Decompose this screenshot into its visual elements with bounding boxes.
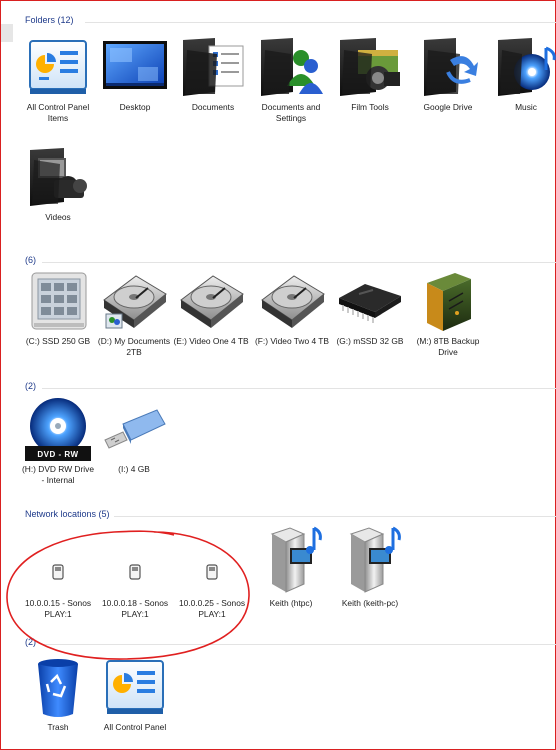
group-divider — [42, 262, 556, 263]
folder-music[interactable]: Music — [488, 34, 556, 113]
item-label: (C:) SSD 250 GB — [25, 336, 91, 346]
hdd-icon — [96, 268, 172, 334]
speaker-device-icon — [20, 548, 96, 596]
documents-folder-icon — [175, 34, 251, 100]
item-label: Keith (keith-pc) — [341, 598, 399, 608]
item-label: (I:) 4 GB — [118, 464, 150, 474]
item-label: Documents and Settings — [261, 102, 321, 123]
recycle-bin-icon — [20, 654, 96, 720]
usb-drive-icon — [96, 396, 172, 462]
drive-m[interactable]: (M:) 8TB Backup Drive — [410, 268, 486, 357]
group-divider — [114, 516, 556, 517]
speaker-device-icon — [97, 548, 173, 596]
group-header-network[interactable]: Network locations (5) — [25, 509, 110, 523]
group-header-other[interactable]: (2) — [25, 637, 36, 651]
item-label: (M:) 8TB Backup Drive — [416, 336, 480, 357]
group-divider — [85, 22, 556, 23]
item-label: Documents — [191, 102, 235, 112]
media-server-icon — [253, 522, 329, 596]
music-folder-icon — [488, 34, 556, 100]
folder-google-drive[interactable]: Google Drive — [410, 34, 486, 113]
trash[interactable]: Trash — [20, 654, 96, 733]
item-label: 10.0.0.18 - Sonos PLAY:1 — [101, 598, 169, 619]
drive-h-dvd[interactable]: DVD - RW (H:) DVD RW Drive - Internal — [20, 396, 96, 485]
item-label: (F:) Video Two 4 TB — [254, 336, 329, 346]
drive-i-usb[interactable]: (I:) 4 GB — [96, 396, 172, 475]
folder-desktop[interactable]: Desktop — [97, 34, 173, 113]
hdd-icon — [254, 268, 330, 334]
folder-film-tools[interactable]: Film Tools — [332, 34, 408, 113]
group-header-removable[interactable]: (2) — [25, 381, 36, 395]
item-label: Keith (htpc) — [269, 598, 313, 608]
item-label: Google Drive — [423, 102, 473, 112]
sync-folder-icon — [410, 34, 486, 100]
item-label: All Control Panel — [103, 722, 167, 732]
dvd-badge: DVD - RW — [37, 450, 79, 459]
drive-e[interactable]: (E:) Video One 4 TB — [173, 268, 249, 347]
scrollbar-thumb[interactable] — [1, 24, 13, 42]
desktop-icon — [97, 34, 173, 100]
drive-g[interactable]: (G:) mSSD 32 GB — [332, 268, 408, 347]
group-header-folders[interactable]: Folders (12) — [25, 15, 74, 29]
media-server-icon — [332, 522, 408, 596]
control-panel-icon — [97, 654, 173, 720]
film-folder-icon — [332, 34, 408, 100]
users-folder-icon — [253, 34, 329, 100]
all-control-panel[interactable]: All Control Panel — [97, 654, 173, 733]
item-label: Desktop — [119, 102, 151, 112]
external-drive-icon — [410, 268, 486, 334]
item-label: 10.0.0.15 - Sonos PLAY:1 — [24, 598, 92, 619]
item-label: Film Tools — [351, 102, 389, 112]
item-label: Music — [515, 102, 537, 112]
item-label: (D:) My Documents 2TB — [97, 336, 171, 357]
group-header-drives[interactable]: (6) — [25, 255, 36, 269]
folder-videos[interactable]: Videos — [20, 144, 96, 223]
item-label: (E:) Video One 4 TB — [173, 336, 249, 346]
network-keith-htpc[interactable]: Keith (htpc) — [253, 522, 329, 609]
item-label: Videos — [45, 212, 71, 222]
group-divider — [42, 644, 556, 645]
item-label: (H:) DVD RW Drive - Internal — [22, 464, 94, 485]
folder-all-control-panel-items[interactable]: All Control Panel Items — [20, 34, 96, 123]
network-sonos-18[interactable]: 10.0.0.18 - Sonos PLAY:1 — [97, 548, 173, 619]
drive-f[interactable]: (F:) Video Two 4 TB — [254, 268, 330, 347]
folder-documents-and-settings[interactable]: Documents and Settings — [253, 34, 329, 123]
dvd-drive-icon: DVD - RW — [20, 396, 96, 462]
memory-chip-icon — [332, 268, 408, 334]
drive-d[interactable]: (D:) My Documents 2TB — [96, 268, 172, 357]
item-label: All Control Panel Items — [26, 102, 90, 123]
item-label: (G:) mSSD 32 GB — [336, 336, 404, 346]
network-keith-pc[interactable]: Keith (keith-pc) — [332, 522, 408, 609]
network-sonos-25[interactable]: 10.0.0.25 - Sonos PLAY:1 — [174, 548, 250, 619]
item-label: 10.0.0.25 - Sonos PLAY:1 — [178, 598, 246, 619]
group-divider — [42, 388, 556, 389]
speaker-device-icon — [174, 548, 250, 596]
control-panel-icon — [20, 34, 96, 100]
ssd-drive-icon — [20, 268, 96, 334]
folder-documents[interactable]: Documents — [175, 34, 251, 113]
video-folder-icon — [20, 144, 96, 210]
network-sonos-15[interactable]: 10.0.0.15 - Sonos PLAY:1 — [20, 548, 96, 619]
hdd-icon — [173, 268, 249, 334]
item-label: Trash — [47, 722, 69, 732]
drive-c[interactable]: (C:) SSD 250 GB — [20, 268, 96, 347]
